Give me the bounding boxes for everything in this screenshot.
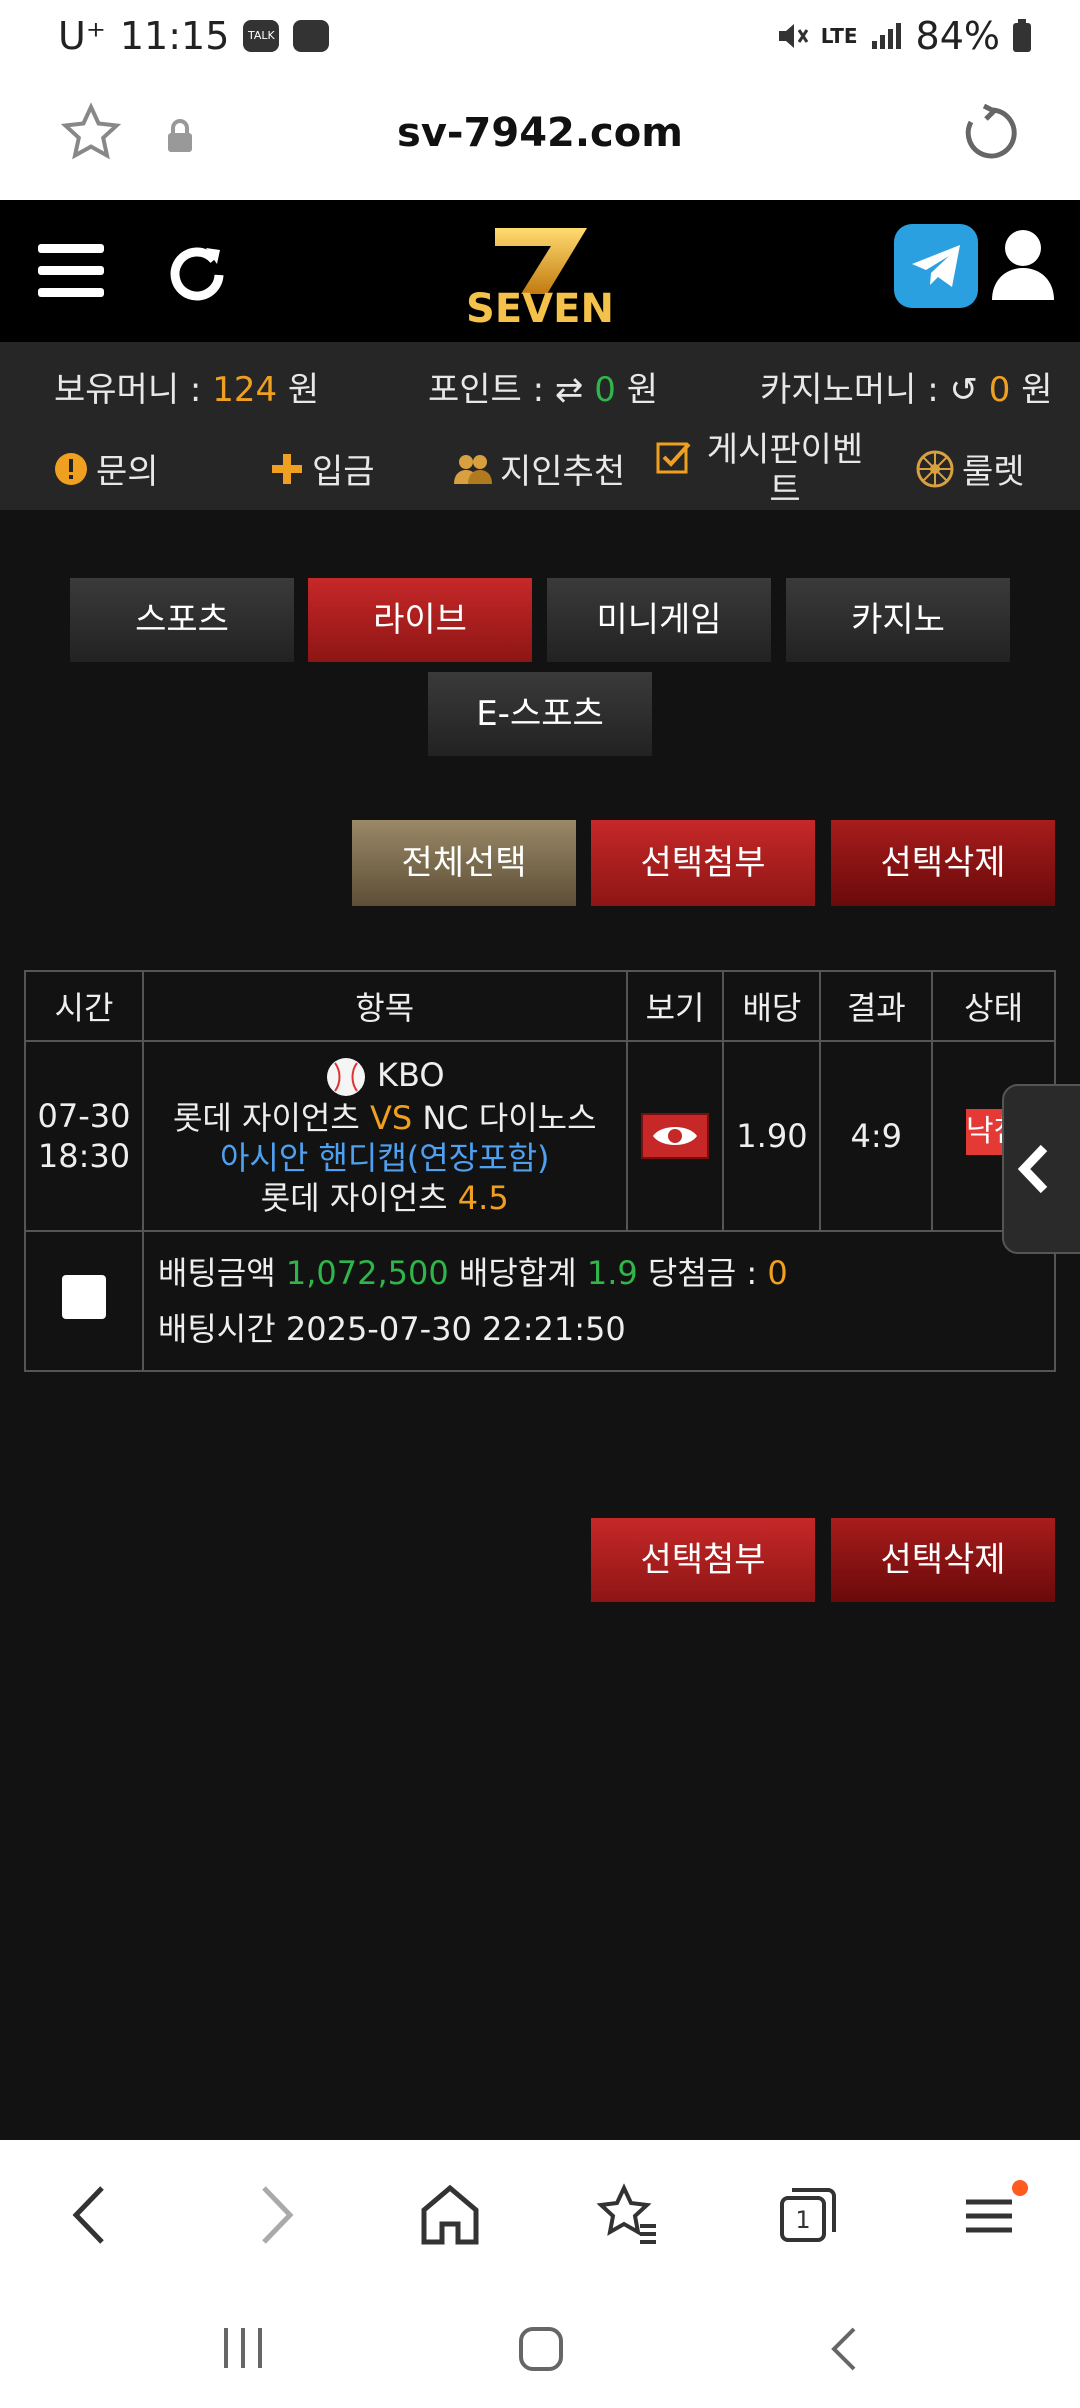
status-bar: U⁺ 11:15 TALK LTE 84% [0,0,1080,74]
bet-history-table: 시간 항목 보기 배당 결과 상태 07-30 18:30 KBO 롯데 자이언… [24,970,1057,1372]
svg-text:1: 1 [795,2206,810,2234]
baseball-icon [326,1057,365,1096]
roulette-icon [916,450,954,487]
attach-selected-button-bottom[interactable]: 선택첨부 [591,1518,815,1602]
talk-icon: TALK [243,20,280,52]
tab-esports[interactable]: E-스포츠 [428,672,652,756]
forward-icon[interactable] [250,2180,300,2250]
undo-icon: ↺ [949,370,978,410]
header-time: 시간 [24,970,144,1042]
money-balance: 보유머니 : 124 원 [54,370,320,410]
header-odds: 배당 [722,970,822,1042]
quick-item-roulette[interactable]: 룰렛 [916,444,1025,493]
delete-selected-button-bottom[interactable]: 선택삭제 [831,1518,1055,1602]
view-eye-icon[interactable] [641,1113,710,1159]
checkbox-icon [656,442,691,474]
select-cell [24,1230,144,1372]
clock: 11:15 [119,14,230,58]
gallery-icon [293,20,330,52]
view-cell [625,1040,725,1232]
carrier: U⁺ [58,14,106,58]
telegram-icon[interactable] [894,224,978,308]
site-logo[interactable]: SEVEN [455,214,625,332]
battery-level: 84% [915,14,1000,58]
bet-summary: 배팅금액 1,072,500 배당합계 1.9 당첨금 : 0 배팅시간 202… [141,1230,1057,1372]
casino-balance[interactable]: 카지노머니 : ↺ 0 원 [760,362,1053,411]
alert-icon [55,452,87,485]
casino-value: 0 [988,370,1011,410]
back-icon[interactable] [66,2180,116,2250]
away-team: NC 다이노스 [422,1098,597,1137]
bet-time: 2025-07-30 22:21:50 [285,1310,626,1348]
header-result: 결과 [819,970,934,1042]
plus-icon [272,453,302,484]
people-icon [454,454,492,484]
table-row: 07-30 18:30 KBO 롯데 자이언츠 VS NC 다이노스 아시안 핸… [24,1040,1056,1232]
battery-icon [1013,19,1031,52]
league-name: KBO [377,1055,445,1094]
tab-minigame[interactable]: 미니게임 [547,578,771,662]
balance-bar: 보유머니 : 124 원 포인트 : ⇄ 0 원 카지노머니 : ↺ 0 원 [0,342,1080,428]
user-icon[interactable] [990,228,1056,302]
winnings: 0 [767,1254,788,1292]
summary-row: 배팅금액 1,072,500 배당합계 1.9 당첨금 : 0 배팅시간 202… [24,1230,1057,1372]
vs-label: VS [369,1098,413,1137]
network-type: LTE [820,24,858,48]
system-home-icon[interactable] [518,2326,564,2372]
recent-apps-icon[interactable] [218,2326,268,2370]
tab-casino[interactable]: 카지노 [786,578,1010,662]
tabs-icon[interactable]: 1 [776,2180,840,2250]
browser-url-bar: sv-7942.com [0,74,1080,200]
reload-icon[interactable] [960,102,1022,164]
bet-amount: 1,072,500 [285,1254,449,1292]
home-icon[interactable] [418,2180,482,2250]
odds-total: 1.9 [586,1254,638,1292]
attach-selected-button[interactable]: 선택첨부 [591,820,815,906]
side-drawer-toggle[interactable] [1002,1084,1080,1254]
money-value: 124 [212,370,278,410]
chevron-left-icon [1017,1144,1048,1194]
mute-icon [778,24,809,48]
market-name: 아시안 핸디캡(연장포함) [219,1138,550,1177]
header-view: 보기 [625,970,725,1042]
quick-item-inquiry[interactable]: 문의 [54,444,159,493]
bet-select-checkbox[interactable] [61,1275,106,1319]
header-status: 상태 [931,970,1056,1042]
table-header-row: 시간 항목 보기 배당 결과 상태 [24,970,1056,1042]
points-balance[interactable]: 포인트 : ⇄ 0 원 [428,362,658,411]
select-all-button[interactable]: 전체선택 [352,820,576,906]
quick-item-referral[interactable]: 지인추천 [454,444,625,493]
pick-line: 4.5 [457,1178,509,1217]
quick-item-board-event[interactable]: 게시판이벤트 [656,430,870,510]
site-header: SEVEN [0,200,1080,342]
refresh-icon[interactable] [166,240,226,302]
points-value: 0 [594,370,616,410]
bookmarks-icon[interactable] [596,2180,660,2250]
home-team: 롯데 자이언츠 [172,1098,360,1137]
delete-selected-button[interactable]: 선택삭제 [831,820,1055,906]
tab-sports[interactable]: 스포츠 [70,578,294,662]
match-info: KBO 롯데 자이언츠 VS NC 다이노스 아시안 핸디캡(연장포함) 롯데 … [141,1040,628,1232]
quick-menu: 문의 입금 지인추천 게시판이벤트 룰렛 [0,428,1080,510]
logo-text: SEVEN [466,286,614,332]
hamburger-menu-icon[interactable] [38,242,104,300]
odds-value: 1.90 [722,1040,822,1232]
result-score: 4:9 [819,1040,934,1232]
match-time: 07-30 18:30 [24,1040,144,1232]
tab-live[interactable]: 라이브 [308,578,532,662]
exchange-icon: ⇄ [554,370,584,410]
header-item: 항목 [141,970,628,1042]
quick-item-deposit[interactable]: 입금 [270,444,375,493]
browser-bottom-bar: 1 [0,2140,1080,2408]
signal-icon [871,23,901,49]
url-text[interactable]: sv-7942.com [0,110,1080,156]
pick-team: 롯데 자이언츠 [260,1178,448,1217]
system-back-icon[interactable] [824,2326,864,2372]
menu-icon[interactable] [960,2180,1030,2250]
